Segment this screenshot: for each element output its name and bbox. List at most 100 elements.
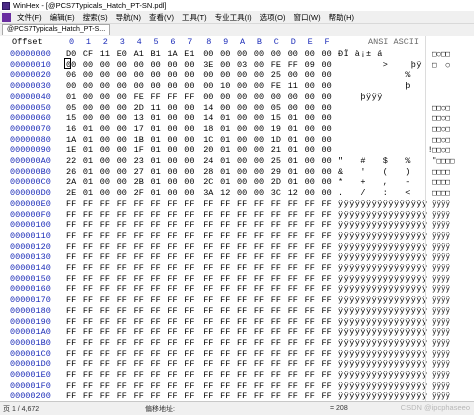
hex-row[interactable]: 000000A0 22 01 00 00 23 01 00 00 24 01 00 00 25 01 00 00… xyxy=(0,156,474,167)
hex-byte[interactable]: 2D xyxy=(271,177,281,188)
hex-byte[interactable]: 00 xyxy=(305,92,315,103)
hex-byte[interactable]: FF xyxy=(237,220,247,231)
hex-byte[interactable]: FF xyxy=(305,295,315,306)
hex-row[interactable]: 000001B0 FF FF FF FF FF FF FF FF FF FF FF FF FF FF FF FF… xyxy=(0,338,474,349)
hex-byte[interactable]: FF xyxy=(167,210,177,221)
hex-byte[interactable]: 00 xyxy=(254,113,264,124)
hex-byte[interactable]: 29 xyxy=(271,167,281,178)
hex-byte[interactable]: 18 xyxy=(203,124,213,135)
hex-byte[interactable]: FF xyxy=(322,370,332,381)
hex-byte[interactable]: FF xyxy=(184,317,194,328)
hex-byte[interactable]: 2E xyxy=(66,188,76,199)
hex-byte[interactable]: 00 xyxy=(237,135,247,146)
hex-byte[interactable]: FF xyxy=(100,381,110,392)
hex-byte[interactable]: 00 xyxy=(100,113,110,124)
hex-byte[interactable]: 01 xyxy=(220,177,230,188)
hex-byte[interactable]: 00 xyxy=(271,49,281,60)
hex-byte[interactable]: 01 xyxy=(220,135,230,146)
hex-byte[interactable]: FF xyxy=(83,391,93,401)
hex-byte[interactable]: 10 xyxy=(220,81,230,92)
hex-byte[interactable]: FF xyxy=(151,370,161,381)
hex-byte[interactable]: 00 xyxy=(167,145,177,156)
hex-byte[interactable]: FF xyxy=(271,231,281,242)
hex-byte[interactable]: FF xyxy=(288,306,298,317)
hex-byte[interactable]: FF xyxy=(288,210,298,221)
hex-byte[interactable]: 01 xyxy=(288,167,298,178)
hex-byte[interactable]: FF xyxy=(134,220,144,231)
hex-byte[interactable]: 00 xyxy=(117,135,127,146)
hex-byte[interactable]: FF xyxy=(83,359,93,370)
hex-byte[interactable]: FF xyxy=(151,349,161,360)
hex-byte[interactable]: FF xyxy=(254,274,264,285)
hex-byte[interactable]: FF xyxy=(151,210,161,221)
hex-byte[interactable]: FF xyxy=(134,284,144,295)
hex-byte[interactable]: FF xyxy=(117,317,127,328)
hex-byte[interactable]: FF xyxy=(117,381,127,392)
hex-byte[interactable]: FF xyxy=(254,381,264,392)
hex-row[interactable]: 00000200 FF FF FF FF FF FF FF FF FF FF FF FF FF FF FF FF… xyxy=(0,391,474,401)
hex-byte[interactable]: 00 xyxy=(184,81,194,92)
hex-byte[interactable]: 00 xyxy=(220,70,230,81)
hex-byte[interactable]: FF xyxy=(151,359,161,370)
hex-byte[interactable]: FF xyxy=(117,199,127,210)
hex-byte[interactable]: 2C xyxy=(203,177,213,188)
hex-byte[interactable]: 01 xyxy=(83,167,93,178)
hex-byte[interactable]: FF xyxy=(237,210,247,221)
hex-byte[interactable]: 01 xyxy=(220,167,230,178)
hex-byte[interactable]: 01 xyxy=(288,177,298,188)
hex-byte[interactable]: 1A xyxy=(167,49,177,60)
hex-byte[interactable]: 00 xyxy=(237,49,247,60)
hex-byte[interactable]: FF xyxy=(151,220,161,231)
hex-row[interactable]: 00000010 00 00 00 00 00 00 00 00 3E 00 03 00 FE FF 09 00… xyxy=(0,60,474,71)
hex-byte[interactable]: FF xyxy=(322,327,332,338)
hex-byte[interactable]: FF xyxy=(203,391,213,401)
hex-byte[interactable]: 15 xyxy=(271,113,281,124)
hex-byte[interactable]: FF xyxy=(134,370,144,381)
hex-byte[interactable]: FF xyxy=(66,349,76,360)
hex-byte[interactable]: FF xyxy=(322,295,332,306)
hex-byte[interactable]: 01 xyxy=(220,156,230,167)
hex-byte[interactable]: FF xyxy=(100,242,110,253)
hex-byte[interactable]: FF xyxy=(151,381,161,392)
hex-byte[interactable]: FF xyxy=(184,327,194,338)
hex-byte[interactable]: FF xyxy=(254,370,264,381)
hex-byte[interactable]: FF xyxy=(271,370,281,381)
hex-byte[interactable]: FF xyxy=(83,274,93,285)
hex-byte[interactable]: FF xyxy=(237,349,247,360)
hex-byte[interactable]: FF xyxy=(83,284,93,295)
hex-byte[interactable]: FF xyxy=(237,284,247,295)
hex-byte[interactable]: FF xyxy=(254,317,264,328)
hex-byte[interactable]: 01 xyxy=(83,188,93,199)
hex-byte[interactable]: 00 xyxy=(100,60,110,71)
hex-byte[interactable]: 01 xyxy=(220,145,230,156)
hex-byte[interactable]: FF xyxy=(322,317,332,328)
hex-byte[interactable]: FF xyxy=(220,317,230,328)
hex-byte[interactable]: FF xyxy=(66,306,76,317)
hex-byte[interactable]: FF xyxy=(288,370,298,381)
hex-byte[interactable]: 00 xyxy=(184,113,194,124)
hex-byte[interactable]: 00 xyxy=(100,177,110,188)
hex-byte[interactable]: FF xyxy=(220,381,230,392)
hex-byte[interactable]: FF xyxy=(203,327,213,338)
hex-byte[interactable]: 00 xyxy=(305,49,315,60)
hex-byte[interactable]: 00 xyxy=(167,177,177,188)
hex-byte[interactable]: FF xyxy=(184,220,194,231)
hex-byte[interactable]: FF xyxy=(134,349,144,360)
hex-byte[interactable]: FF xyxy=(66,231,76,242)
menu-pro-tools[interactable]: 专业工具(I) xyxy=(211,12,256,23)
hex-byte[interactable]: FF xyxy=(288,220,298,231)
hex-byte[interactable]: FF xyxy=(100,210,110,221)
hex-byte[interactable]: FF xyxy=(271,210,281,221)
hex-byte[interactable]: 00 xyxy=(134,81,144,92)
hex-byte[interactable]: FF xyxy=(220,199,230,210)
hex-byte[interactable]: FF xyxy=(134,391,144,401)
menu-navigation[interactable]: 导航(N) xyxy=(112,12,145,23)
hex-byte[interactable]: FF xyxy=(322,391,332,401)
menu-search[interactable]: 搜索(S) xyxy=(79,12,112,23)
hex-byte[interactable]: FF xyxy=(271,338,281,349)
hex-row[interactable]: 00000160 FF FF FF FF FF FF FF FF FF FF FF FF FF FF FF FF… xyxy=(0,284,474,295)
hex-byte[interactable]: FF xyxy=(100,252,110,263)
hex-byte[interactable]: FF xyxy=(100,284,110,295)
hex-byte[interactable]: FF xyxy=(151,295,161,306)
hex-row[interactable]: 00000100 FF FF FF FF FF FF FF FF FF FF FF FF FF FF FF FF… xyxy=(0,220,474,231)
